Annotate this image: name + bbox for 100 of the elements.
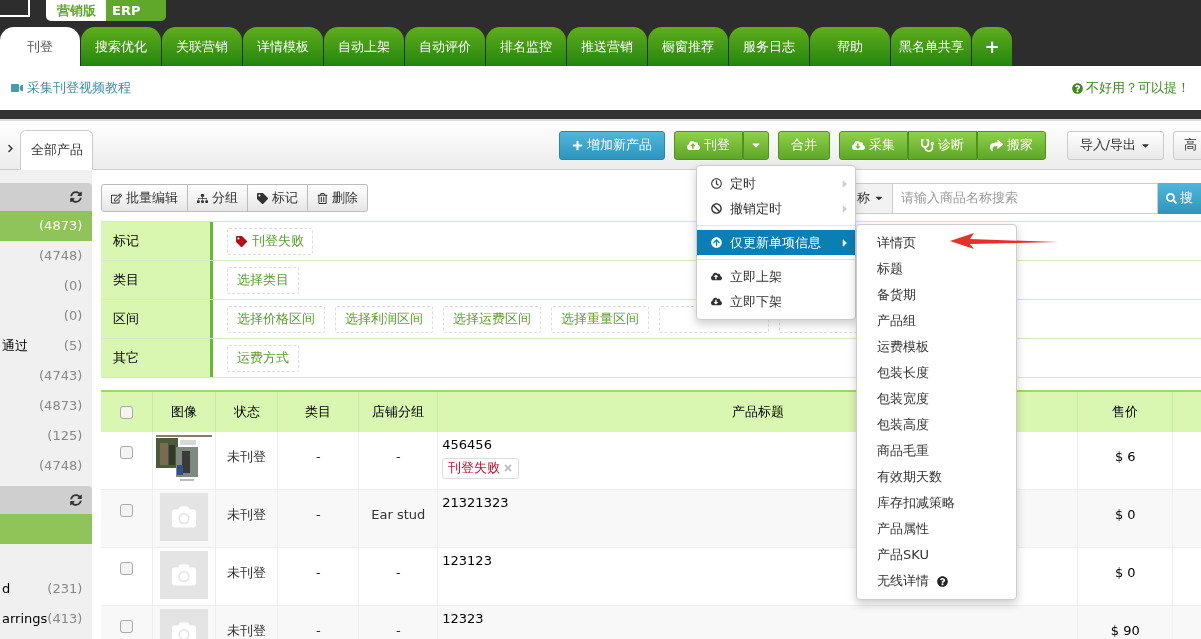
filter-option[interactable]: 刊登失败 [227,227,314,255]
action-button[interactable]: 搬家 [976,130,1046,160]
sidebar-count: (231) [47,580,83,599]
submenu-item[interactable]: 有效期天数 [877,464,942,490]
edition-badge[interactable]: 营销版 [46,0,106,21]
nav-tab[interactable]: 刊登 [0,27,80,66]
sidebar-item[interactable]: (0) [0,271,93,301]
sidebar-item[interactable]: (4748) [0,451,93,481]
trash-icon [317,192,329,204]
panel-tab[interactable]: 全部产品 [20,130,93,170]
nav-tab[interactable]: 帮助 [810,27,890,66]
nav-tab[interactable]: 自动评价 [405,27,485,66]
action-button[interactable]: 诊断 [907,130,977,160]
filter-option[interactable]: 选择价格区间 [227,305,326,333]
sidebar-item[interactable]: d (231) [0,574,93,604]
bulk-action-button[interactable]: 批量编辑 [101,184,189,212]
sidebar-item[interactable]: (4873) [0,391,93,421]
camera-icon [172,621,197,639]
sidebar-item[interactable]: (4873) [0,211,93,241]
feedback-link[interactable]: 不好用？可以提！ [1072,78,1190,98]
bulk-action-button[interactable]: 删除 [307,184,369,212]
search-button[interactable]: 搜 [1158,182,1201,214]
nav-tab[interactable]: 服务日志 [729,27,809,66]
status-text: 未刊登 [227,564,267,582]
table-cell-text: - [395,564,401,582]
submenu-item[interactable]: 产品组 [877,308,916,334]
submenu-item[interactable]: 运费模板 [877,334,929,360]
tag-icon [236,235,248,247]
action-button[interactable]: 采集 [838,130,908,160]
edition-badge[interactable]: ERP [106,0,166,21]
product-title: 12323 [442,610,484,628]
video-icon [11,82,23,94]
submenu-item[interactable]: 商品毛重 [877,438,929,464]
sidebar-item[interactable]: (4743) [0,361,93,391]
refresh-icon [70,494,83,506]
checkbox[interactable] [120,405,134,419]
filter-option[interactable]: 选择重量区间 [551,305,650,333]
sidebar-item[interactable]: (0) [0,301,93,331]
nav-tab[interactable]: 详情模板 [243,27,323,66]
filter-label: 其它 [101,339,214,377]
tutorial-link[interactable]: 采集刊登视频教程 [11,78,131,98]
nav-tab[interactable]: 搜索优化 [81,27,161,66]
add-product-button[interactable]: 增加新产品 [558,130,665,160]
submenu-item[interactable]: 包装长度 [877,360,929,386]
camera-icon [172,505,197,529]
nav-tab[interactable]: 推送营销 [567,27,647,66]
submenu-item[interactable]: 标题 [877,256,903,282]
table-cell-text: Ear stud [371,506,426,524]
sidebar-count: (125) [47,427,83,446]
import-export-button[interactable]: 导入/导出 [1066,130,1164,160]
submenu-item[interactable]: 产品SKU [877,542,929,568]
menu-item[interactable]: 仅更新单项信息 [697,230,855,255]
remove-icon [503,463,514,473]
logo-icon [0,0,30,17]
nav-tab[interactable]: 橱窗推荐 [648,27,728,66]
sidebar-count: (0) [63,307,83,326]
menu-item[interactable]: 立即上架 [697,264,855,289]
table-cell: - [315,622,321,639]
submenu-item[interactable]: 详情页 [877,230,916,256]
plus-icon [571,139,583,151]
search-field[interactable]: 请输入商品名称搜索 [893,182,1159,214]
nav-tab[interactable]: 黑名单共享 [891,27,971,66]
checkbox[interactable] [120,504,134,517]
submenu-item[interactable]: 备货期 [877,282,916,308]
clock-icon [711,178,722,189]
sidebar-item[interactable]: arrings(413) [0,604,93,634]
publish-button[interactable]: 刊登 [673,130,743,160]
nav-tab[interactable]: 自动上架 [324,27,404,66]
submenu-item[interactable]: 无线详情 [877,568,948,594]
sidebar-item[interactable]: (125) [0,421,93,451]
table-cell-text: - [395,448,401,466]
edit-icon [111,192,123,204]
table-cell-text: - [315,564,321,582]
table-cell-text: - [315,448,321,466]
more-button[interactable]: 高 [1173,130,1201,160]
cloud-download-icon [711,296,722,307]
nav-tab[interactable]: + [972,27,1012,66]
checkbox[interactable] [120,562,134,575]
checkbox[interactable] [120,620,134,633]
sidebar-count: (4873) [39,217,83,236]
submenu-item[interactable]: 库存扣减策略 [877,490,955,516]
filter-option[interactable]: 选择运费区间 [443,305,542,333]
submenu-item[interactable]: 产品属性 [877,516,929,542]
bulk-action-button[interactable]: 分组 [187,184,249,212]
menu-item[interactable]: 立即下架 [697,289,855,314]
checkbox[interactable] [120,446,134,459]
sidebar-count: (4748) [39,457,83,476]
bulk-action-button[interactable]: 标记 [247,184,309,212]
sidebar-item[interactable]: 通过 (5) [0,331,93,361]
filter-option[interactable]: 选择类目 [227,266,300,294]
product-title: 456456 [442,436,492,454]
merge-button[interactable]: 合并 [777,130,830,160]
sidebar-count: (4743) [39,367,83,386]
nav-tab[interactable]: 排名监控 [486,27,566,66]
filter-option[interactable]: 运费方式 [227,344,300,372]
nav-tab[interactable]: 关联营销 [162,27,242,66]
caret-button[interactable] [742,130,769,160]
filter-option[interactable]: 选择利润区间 [335,305,434,333]
sidebar-item[interactable]: (4748) [0,241,93,271]
sidebar-count: (5) [63,337,83,356]
